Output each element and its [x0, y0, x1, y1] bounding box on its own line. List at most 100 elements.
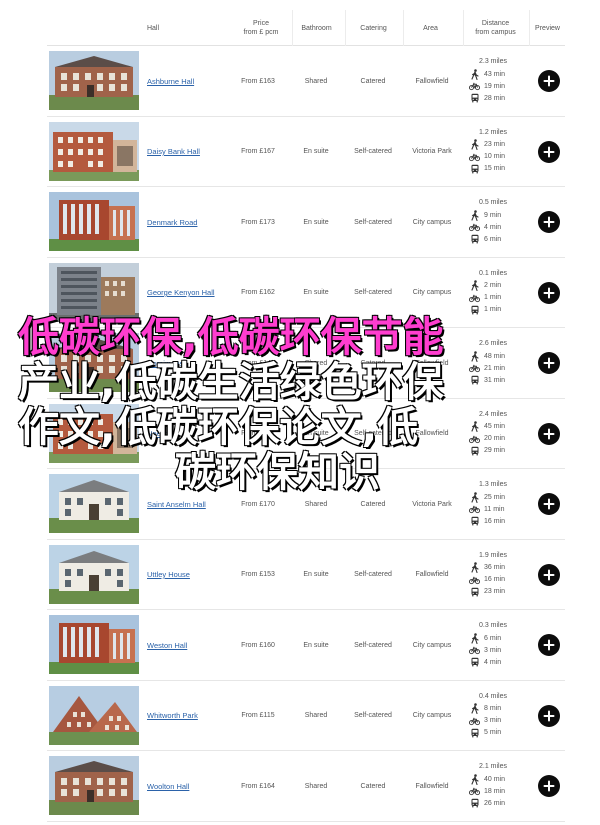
hall-photo[interactable] [49, 615, 139, 674]
area-cell: Victoria Park [412, 148, 452, 155]
bike-time-value: 4 min [484, 223, 502, 231]
price-cell: From £153 [241, 571, 275, 578]
bus-icon [469, 657, 480, 668]
distance-miles: 2.1 miles [479, 763, 508, 770]
catering-cell: Self-catered [354, 571, 392, 578]
bike-time: 16 min [469, 574, 505, 586]
header-preview: Preview [529, 10, 565, 46]
bus-time-value: 4 min [484, 658, 502, 666]
bus-time-value: 16 min [484, 517, 506, 525]
plus-icon [543, 780, 555, 792]
hall-photo[interactable] [49, 756, 139, 815]
plus-icon [543, 569, 555, 581]
area-cell: Fallowfield [415, 782, 449, 790]
bathroom-cell: Shared [304, 77, 328, 85]
catering-cell: Self-catered [354, 148, 392, 155]
area-cell: Fallowfield [415, 571, 449, 578]
hall-link[interactable]: Whitworth Park [147, 681, 235, 751]
bus-time: 15 min [469, 163, 505, 175]
preview-cell [535, 681, 563, 751]
hall-photo[interactable] [49, 544, 139, 604]
preview-button[interactable] [538, 634, 560, 656]
preview-cell [535, 187, 563, 257]
bathroom-cell: En suite [303, 641, 329, 649]
plus-icon [543, 216, 555, 228]
plus-icon [543, 146, 555, 158]
bike-time: 3 min [469, 715, 501, 727]
table-row: Denmark Road From £173 En suite Self-cat… [47, 187, 565, 258]
walk-time-value: 23 min [484, 141, 506, 148]
bicycle-icon [469, 504, 480, 515]
overlay-line-4: 碳环保知识 [175, 448, 380, 496]
bus-time: 26 min [469, 797, 505, 809]
table-row: Uttley House From £153 En suite Self-cat… [47, 540, 565, 610]
walk-time-value: 43 min [484, 70, 506, 78]
walk-time: 43 min [469, 68, 505, 80]
plus-icon [543, 710, 555, 722]
bike-time: 1 min [469, 292, 501, 304]
header-catering: Catering [345, 10, 401, 46]
distance-cell: 0.4 miles 8 min 3 min 5 min [469, 681, 539, 751]
walk-time: 23 min [469, 139, 505, 151]
bicycle-icon [469, 574, 480, 585]
bus-icon [469, 163, 480, 174]
preview-button[interactable] [538, 281, 560, 304]
bathroom-cell: Shared [304, 782, 328, 790]
catering-cell: Self-catered [354, 218, 392, 226]
hall-photo[interactable] [49, 192, 139, 251]
distance-miles: 0.1 miles [479, 269, 508, 277]
bike-time-value: 3 min [484, 717, 502, 724]
bus-icon [469, 234, 480, 245]
walk-time-value: 9 min [484, 211, 502, 219]
bike-time-value: 18 min [484, 787, 506, 795]
distance-miles: 2.3 miles [479, 58, 508, 65]
preview-button[interactable] [538, 704, 560, 727]
distance-miles: 0.3 miles [479, 622, 508, 629]
bathroom-cell: En suite [303, 571, 329, 578]
bike-time: 19 min [469, 80, 505, 92]
walk-time: 9 min [469, 209, 501, 221]
preview-button[interactable] [538, 563, 560, 586]
overlay-headline: 低碳环保,低碳环保节能 产业,低碳生活绿色环保 作文,低碳环保论文,低 碳环保知… [0, 315, 600, 495]
bus-icon [469, 727, 480, 738]
preview-button[interactable] [538, 775, 560, 797]
preview-button[interactable] [538, 211, 560, 233]
distance-cell: 0.3 miles 6 min 3 min 4 min [469, 610, 539, 680]
walking-person-icon [469, 562, 480, 573]
distance-miles: 0.5 miles [479, 199, 508, 206]
bathroom-cell: En suite [303, 148, 329, 155]
bus-icon [469, 516, 480, 527]
price-cell: From £164 [241, 782, 275, 790]
bicycle-icon [469, 715, 480, 726]
hall-photo[interactable] [49, 685, 139, 745]
plus-icon [543, 75, 555, 87]
bicycle-icon [469, 222, 480, 233]
bus-icon [469, 586, 480, 597]
header-distance: Distance from campus [463, 10, 527, 46]
hall-photo[interactable] [49, 51, 139, 110]
bicycle-icon [469, 786, 480, 797]
preview-button[interactable] [538, 140, 560, 163]
hall-link[interactable]: Woolton Hall [147, 751, 235, 821]
hall-link[interactable]: Ashburne Hall [147, 46, 235, 116]
bike-time-value: 3 min [484, 646, 502, 654]
catering-cell: Self-catered [354, 641, 392, 649]
preview-button[interactable] [538, 70, 560, 92]
walk-time-value: 2 min [484, 282, 502, 289]
preview-button[interactable] [538, 493, 560, 515]
walking-person-icon [469, 773, 480, 785]
hall-photo[interactable] [49, 121, 139, 181]
bike-time: 11 min [469, 503, 505, 515]
hall-link[interactable]: Daisy Bank Hall [147, 117, 235, 187]
distance-cell: 1.9 miles 36 min 16 min 23 min [469, 540, 539, 610]
bike-time-value: 19 min [484, 82, 506, 90]
hall-link[interactable]: Weston Hall [147, 610, 235, 680]
table-row: Woolton Hall From £164 Shared Catered Fa… [47, 751, 565, 822]
bike-time: 18 min [469, 785, 505, 797]
preview-cell [535, 751, 563, 821]
walk-time-value: 6 min [484, 634, 502, 642]
hall-link[interactable]: Denmark Road [147, 187, 235, 257]
hall-link[interactable]: Uttley House [147, 540, 235, 610]
bus-time-value: 23 min [484, 588, 506, 595]
price-cell: From £167 [241, 148, 275, 155]
